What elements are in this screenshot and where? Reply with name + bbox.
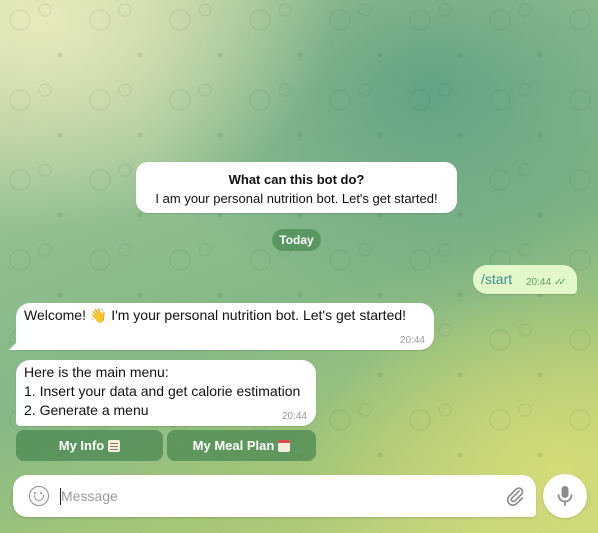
microphone-icon: [557, 486, 573, 506]
double-check-icon: ✓✓: [554, 277, 567, 288]
message-time: 20:44: [281, 411, 307, 422]
message-line: 1. Insert your data and get calorie esti…: [24, 383, 301, 399]
my-info-button[interactable]: My Info: [16, 430, 163, 461]
message-line: 2. Generate a menu: [24, 402, 149, 418]
voice-message-button[interactable]: [543, 474, 587, 518]
attach-icon[interactable]: [504, 485, 526, 507]
bot-description-title: What can this bot do?: [228, 172, 365, 187]
message-text: Welcome! 👋 I'm your personal nutrition b…: [24, 307, 407, 323]
calendar-icon: [278, 439, 291, 452]
my-meal-plan-button[interactable]: My Meal Plan: [167, 430, 316, 461]
bubble-tail: [9, 340, 19, 350]
emoji-icon[interactable]: [29, 486, 49, 506]
outgoing-message[interactable]: /start 20:44 ✓✓: [473, 265, 577, 294]
message-text: /start: [481, 271, 513, 287]
incoming-message-menu[interactable]: Here is the main menu: 1. Insert your da…: [16, 360, 316, 426]
message-composer: [13, 475, 536, 517]
memo-icon: [108, 439, 121, 452]
message-input[interactable]: [61, 485, 481, 507]
incoming-message-welcome[interactable]: Welcome! 👋 I'm your personal nutrition b…: [9, 303, 434, 350]
button-label: My Meal Plan: [192, 438, 275, 453]
message-line: Here is the main menu:: [24, 364, 169, 380]
message-time: 20:44: [399, 335, 425, 346]
bot-description-card: What can this bot do? I am your personal…: [136, 162, 457, 213]
bot-description-text: I am your personal nutrition bot. Let's …: [155, 191, 438, 206]
message-time: 20:44: [526, 277, 552, 288]
date-separator: Today: [272, 229, 321, 251]
button-label: My Info: [58, 438, 105, 453]
